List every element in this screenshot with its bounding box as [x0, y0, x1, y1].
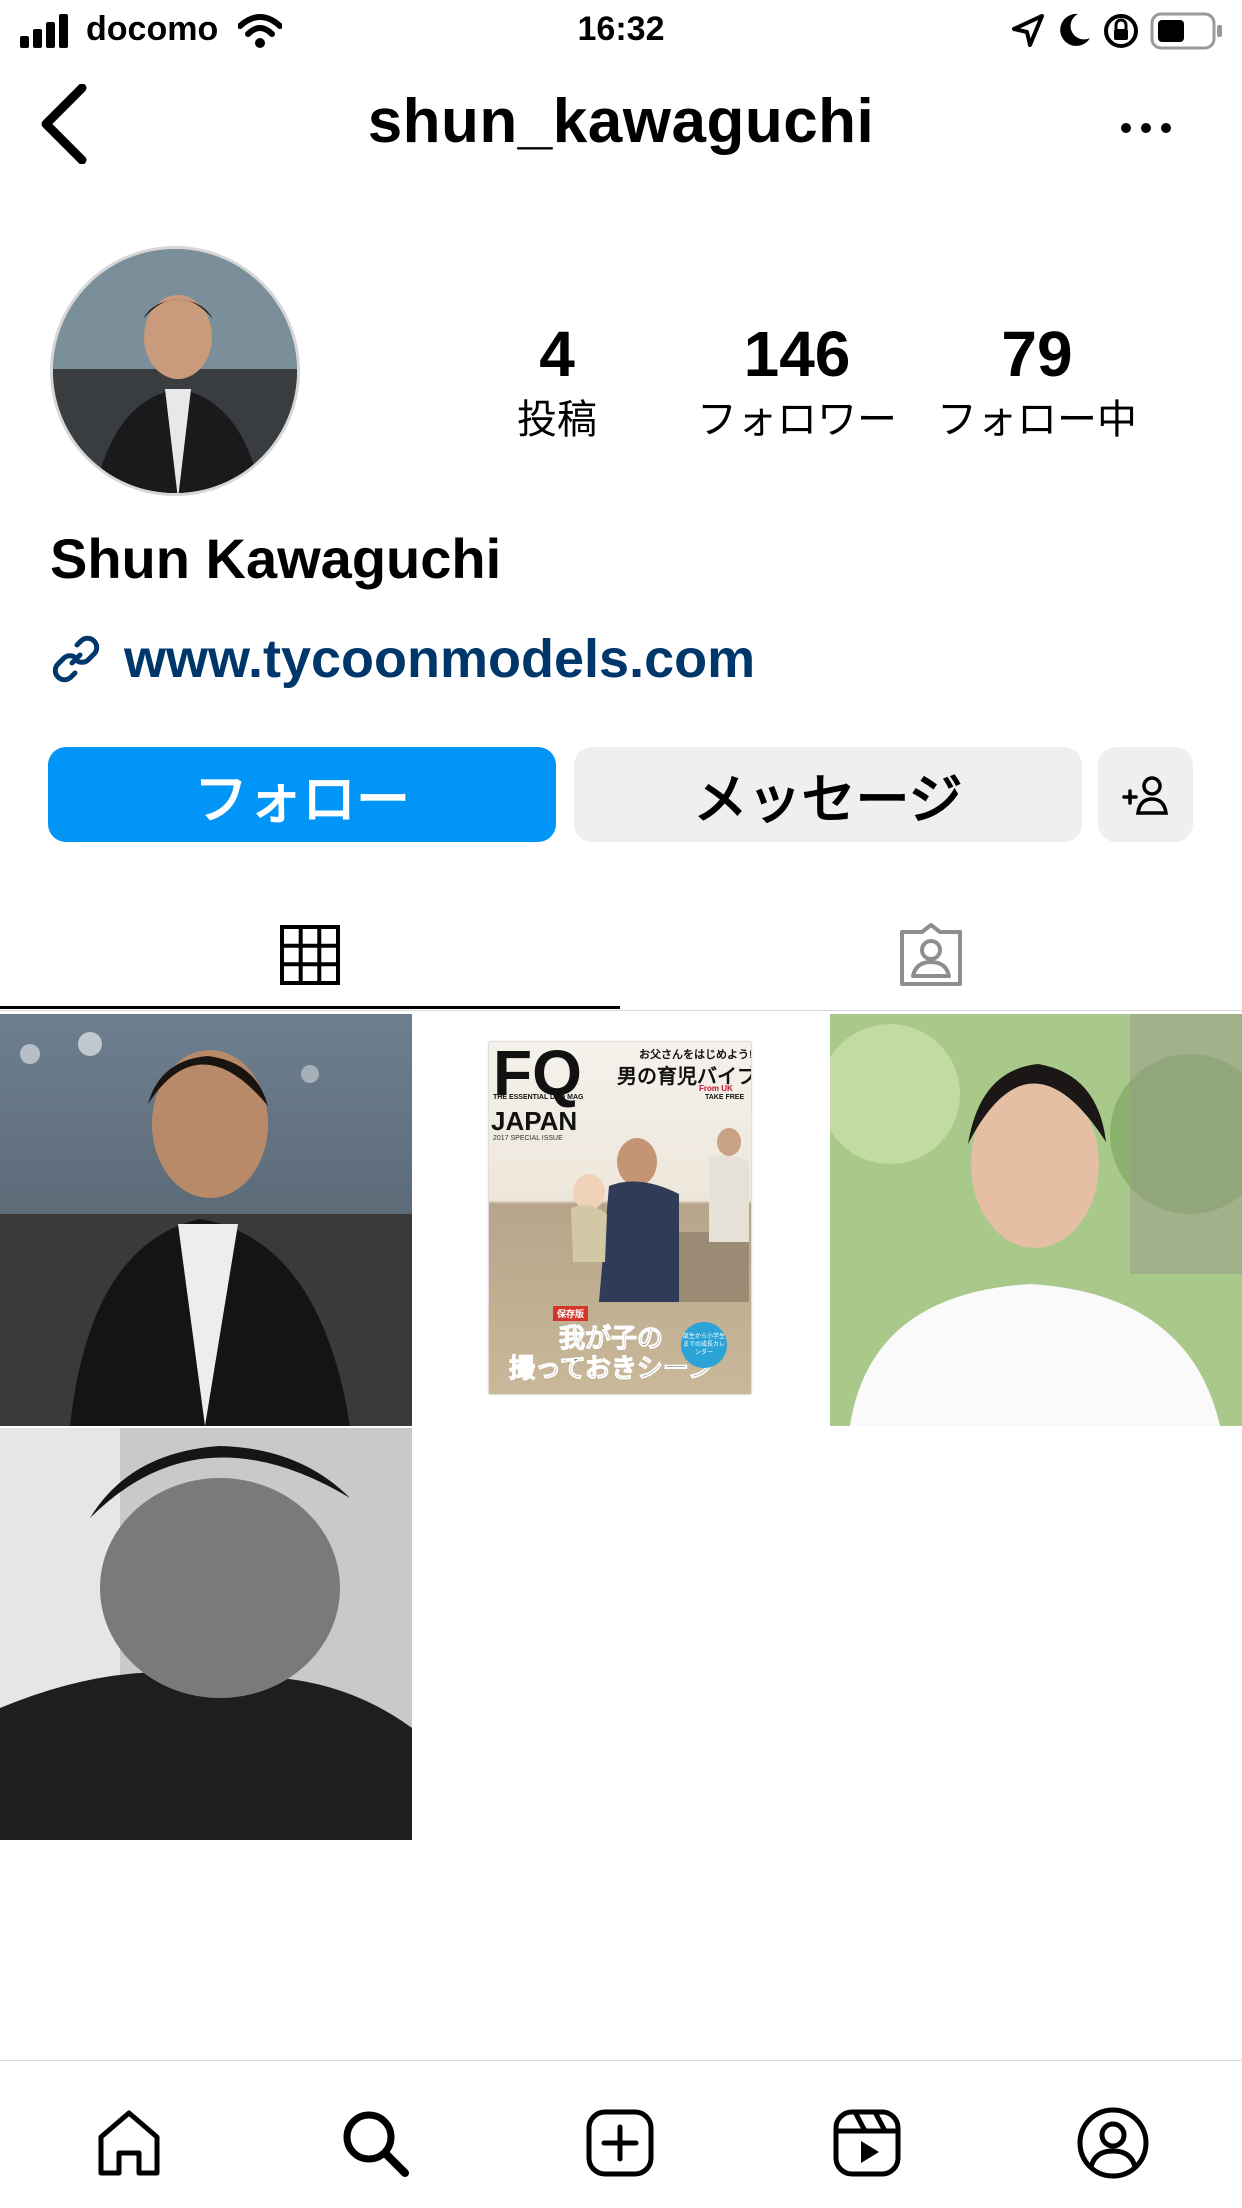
tab-divider [0, 1010, 1242, 1011]
active-tab-indicator [0, 1006, 620, 1009]
reels-icon [833, 2109, 901, 2177]
status-bar: docomo 16:32 [0, 0, 1242, 62]
magazine-tagline: THE ESSENTIAL DAD MAG [493, 1094, 584, 1101]
post-thumbnail-4[interactable] [0, 1428, 412, 1840]
rotation-lock-icon [1104, 14, 1138, 48]
stat-following-label: フォロー中 [937, 398, 1137, 442]
add-friend-button[interactable] [1098, 747, 1193, 842]
post-thumbnail-3[interactable] [830, 1014, 1242, 1426]
add-person-icon [1121, 775, 1168, 815]
avatar[interactable] [50, 246, 300, 496]
nav-create[interactable] [575, 2098, 665, 2188]
website-text: www.tycoonmodels.com [124, 629, 756, 689]
stat-following-count: 79 [1001, 318, 1073, 390]
avatar-photo [53, 249, 297, 493]
stat-posts-count: 4 [539, 318, 575, 390]
nav-home[interactable] [84, 2098, 174, 2188]
link-icon [52, 635, 100, 683]
magazine-cover-photo [571, 1128, 749, 1302]
post-photo-1 [0, 1014, 412, 1426]
magazine-from-uk: From UK [699, 1084, 733, 1093]
clock-time: 16:32 [577, 10, 665, 48]
stat-following[interactable]: 79 フォロー中 [917, 318, 1157, 448]
tagged-icon [900, 923, 962, 986]
profile-username: shun_kawaguchi [367, 87, 875, 156]
stat-followers-count: 146 [743, 318, 851, 390]
profile-icon [1077, 2107, 1149, 2179]
location-arrow-icon [1012, 14, 1044, 47]
create-icon [586, 2109, 654, 2177]
follow-button[interactable]: フォロー [48, 747, 556, 842]
post-photo-3 [830, 1014, 1242, 1426]
profile-full-name: Shun Kawaguchi [50, 527, 502, 590]
tab-tagged[interactable] [620, 900, 1242, 1010]
stat-followers[interactable]: 146 フォロワー [677, 318, 917, 448]
message-button[interactable]: メッセージ [574, 747, 1082, 842]
grid-icon [280, 925, 340, 985]
magazine-cover: FQ THE ESSENTIAL DAD MAG JAPAN 2017 SPEC… [489, 1042, 751, 1394]
tab-posts-grid[interactable] [0, 900, 620, 1010]
more-dots-icon[interactable] [1118, 116, 1174, 140]
post-thumbnail-2[interactable]: FQ THE ESSENTIAL DAD MAG JAPAN 2017 SPEC… [415, 1014, 827, 1426]
profile-website-link[interactable]: www.tycoonmodels.com [50, 628, 755, 690]
home-icon [98, 2110, 160, 2176]
magazine-take-free: TAKE FREE [705, 1094, 745, 1101]
post-thumbnail-1[interactable] [0, 1014, 412, 1426]
nav-search[interactable] [330, 2098, 420, 2188]
search-icon [343, 2111, 409, 2177]
stat-posts-label: 投稿 [517, 398, 597, 442]
stat-followers-label: フォロワー [697, 398, 897, 442]
nav-reels[interactable] [822, 2098, 912, 2188]
stat-posts[interactable]: 4 投稿 [437, 318, 677, 448]
nav-profile[interactable] [1068, 2098, 1158, 2188]
do-not-disturb-moon-icon [1060, 13, 1090, 46]
post-photo-4 [0, 1428, 412, 1840]
battery-icon [1150, 12, 1222, 50]
magazine-circle-badge: 誕生から小学生までの成長カレンダー [681, 1322, 727, 1368]
